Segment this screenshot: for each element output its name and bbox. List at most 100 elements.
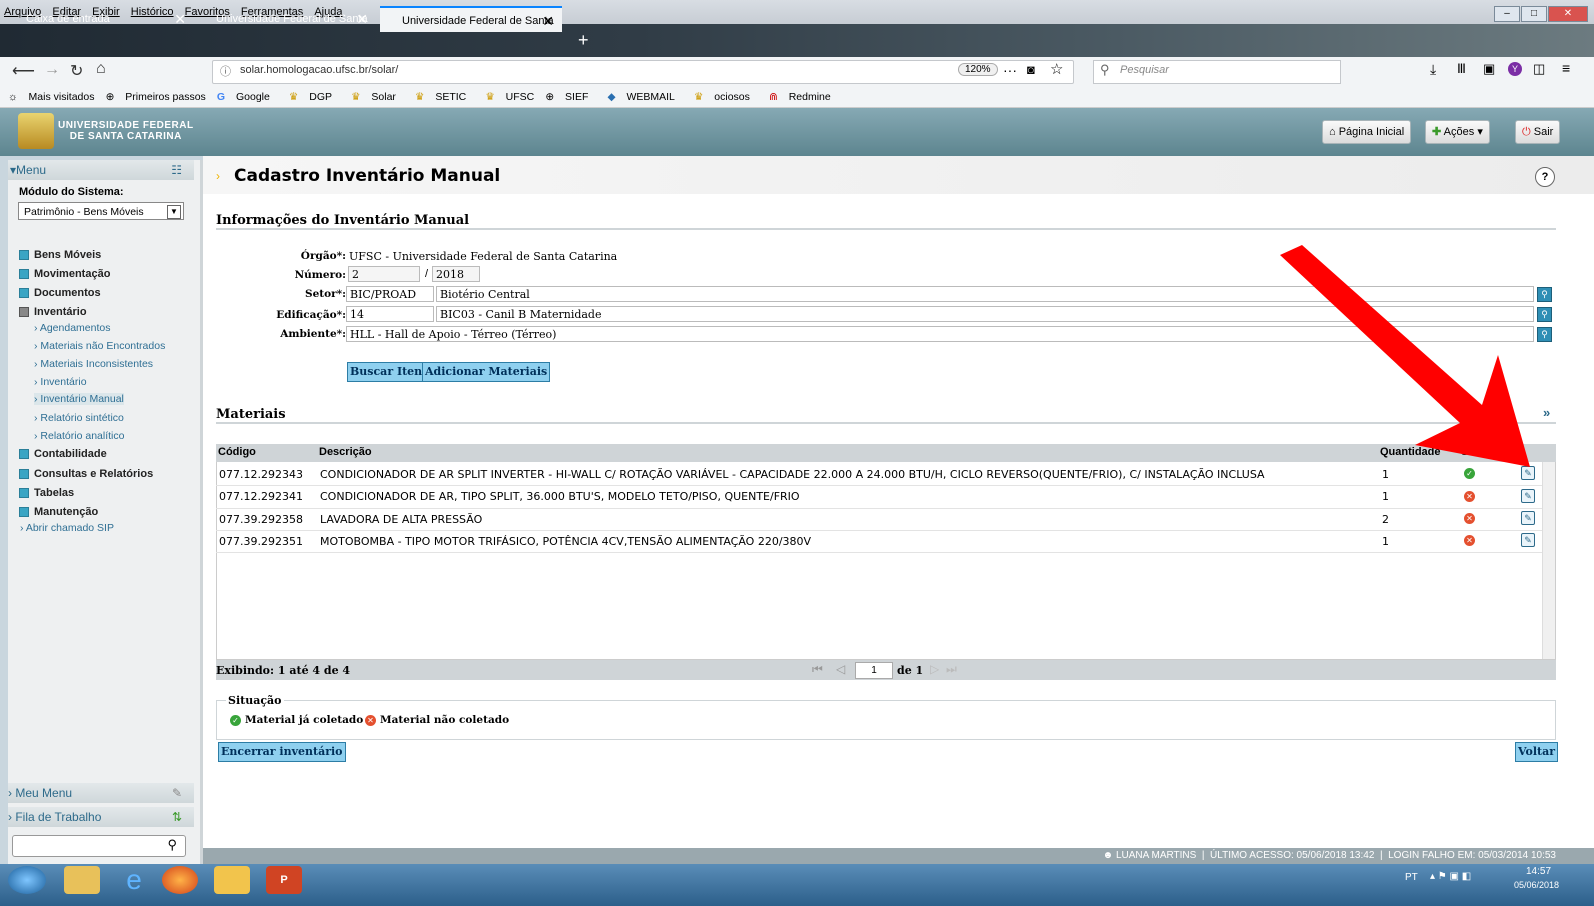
module-select[interactable]: Patrimônio - Bens Móveis ▼: [18, 202, 184, 220]
first-page-icon[interactable]: ⏮: [812, 662, 823, 677]
sidebar-subitem-agendamentos[interactable]: › Agendamentos: [34, 322, 110, 334]
column-header-description[interactable]: Descrição: [319, 446, 372, 458]
tray-icons[interactable]: ▴ ⚑ ▣ ◧: [1430, 871, 1471, 882]
sidebar-menu-header[interactable]: ▾Menu ☷: [8, 160, 194, 180]
exit-button[interactable]: ⏻ Sair: [1515, 120, 1561, 144]
sidebar-item-inventario[interactable]: Inventário: [19, 306, 87, 318]
sidebar-item-documentos[interactable]: Documentos: [19, 287, 101, 299]
next-page-icon[interactable]: ▷: [930, 662, 939, 676]
sidebar-item-manutencao[interactable]: Manutenção: [19, 506, 98, 518]
sidebar-item-consultas[interactable]: Consultas e Relatórios: [19, 468, 153, 480]
close-icon[interactable]: ✕: [174, 6, 186, 32]
library-icon[interactable]: Ⅲ: [1457, 61, 1466, 77]
sidebar-subitem-relatorio-analitico[interactable]: › Relatório analítico: [34, 430, 124, 442]
column-header-code[interactable]: Código: [218, 446, 256, 458]
start-icon[interactable]: [8, 866, 46, 894]
last-page-icon[interactable]: ⏭: [946, 662, 957, 677]
sidebar-item-label: Tabelas: [34, 487, 75, 499]
sidebar-icon[interactable]: ◫: [1533, 61, 1545, 77]
reload-icon[interactable]: ↻: [70, 61, 83, 81]
bookmark-dgp[interactable]: ♛ DGP: [281, 87, 332, 107]
back-button[interactable]: Voltar: [1515, 742, 1559, 762]
back-icon[interactable]: ⟵: [12, 61, 35, 81]
close-inventory-button[interactable]: Encerrar inventário: [218, 742, 346, 762]
tab-ufsc-1[interactable]: Universidade Federal de Santa ✕: [200, 6, 376, 32]
numero-field[interactable]: 2: [348, 266, 420, 282]
bookmark-solar[interactable]: ♛ Solar: [343, 87, 396, 107]
sidebar-link-abrir-chamado[interactable]: › Abrir chamado SIP: [20, 522, 114, 534]
sidebar-search-input[interactable]: ⚲: [12, 835, 186, 857]
edit-icon[interactable]: ✎: [1521, 533, 1535, 547]
firefox-icon[interactable]: [162, 866, 198, 894]
bookmark-webmail[interactable]: ◆ WEBMAIL: [599, 87, 674, 107]
folder-icon[interactable]: [214, 866, 250, 894]
extension-icon[interactable]: Y: [1508, 62, 1522, 76]
forward-icon[interactable]: →: [44, 61, 60, 79]
bookmark-ufsc[interactable]: ♛ UFSC: [477, 87, 534, 107]
close-icon[interactable]: ✕: [542, 8, 554, 34]
search-icon[interactable]: ⚲: [167, 837, 177, 853]
bookmark-setic[interactable]: ♛ SETIC: [407, 87, 466, 107]
add-materials-button[interactable]: Adicionar Materiais: [422, 362, 551, 382]
bookmark-redmine[interactable]: ⋒ Redmine: [761, 87, 831, 107]
edificacao-code-field[interactable]: 14: [346, 306, 434, 322]
powerpoint-icon[interactable]: P: [266, 866, 302, 894]
bookmark-ociosos[interactable]: ♛ ociosos: [686, 87, 750, 107]
prev-page-icon[interactable]: ◁: [836, 662, 845, 676]
bookmark-sief[interactable]: ⊕ SIEF: [545, 87, 588, 107]
table-scrollbar[interactable]: [1542, 462, 1555, 659]
sidebar-item-bens-moveis[interactable]: Bens Móveis: [19, 249, 101, 261]
collapse-section-icon[interactable]: »: [1543, 405, 1550, 420]
home-button[interactable]: ⌂ Página Inicial: [1322, 120, 1412, 144]
home-icon[interactable]: ⌂: [96, 60, 106, 78]
maximize-button[interactable]: □: [1521, 6, 1547, 22]
sidebar-my-menu[interactable]: › Meu Menu ✎: [8, 783, 194, 803]
sidebar-subitem-inventario[interactable]: › Inventário: [34, 376, 87, 388]
row-description: LAVADORA DE ALTA PRESSÃO: [320, 513, 483, 526]
sidebar-item-contabilidade[interactable]: Contabilidade: [19, 448, 107, 460]
more-icon[interactable]: ···: [1003, 62, 1017, 78]
bookmark-mais-visitados[interactable]: ☼ Mais visitados: [8, 87, 95, 107]
sidebar-subitem-inconsistentes[interactable]: › Materiais Inconsistentes: [34, 358, 153, 370]
sidebar-item-tabelas[interactable]: Tabelas: [19, 487, 74, 499]
pocket-icon[interactable]: ◙: [1027, 62, 1035, 77]
refresh-icon[interactable]: ⇅: [172, 807, 182, 827]
help-icon[interactable]: ?: [1535, 167, 1555, 187]
sidebar-item-movimentacao[interactable]: Movimentação: [19, 268, 110, 280]
tab-inbox[interactable]: Caixa de entrada ✕: [10, 6, 194, 32]
explorer-icon[interactable]: [64, 866, 100, 894]
ano-field[interactable]: 2018: [432, 266, 480, 282]
info-icon[interactable]: ⓘ: [220, 63, 231, 79]
close-window-button[interactable]: ✕: [1548, 6, 1588, 22]
sidebar-subitem-inventario-manual[interactable]: › Inventário Manual: [34, 393, 124, 405]
setor-code-field[interactable]: BIC/PROAD: [346, 286, 434, 302]
sidebar-subitem-label: Materiais não Encontrados: [40, 340, 166, 352]
hamburger-icon[interactable]: ≡: [1562, 60, 1570, 76]
new-tab-icon[interactable]: +: [578, 30, 589, 51]
bookmark-google[interactable]: G Google: [217, 87, 270, 107]
screenshot-icon[interactable]: ▣: [1483, 61, 1495, 77]
search-items-button[interactable]: Buscar Itens: [347, 362, 432, 382]
download-icon[interactable]: ⤓: [1430, 61, 1436, 78]
sidebar-subitem-relatorio-sintetico[interactable]: › Relatório sintético: [34, 412, 124, 424]
row-quantity: 1: [1382, 535, 1389, 548]
bookmark-primeiros-passos[interactable]: ⊕ Primeiros passos: [106, 87, 206, 107]
clock-time[interactable]: 14:57: [1526, 866, 1551, 877]
close-icon[interactable]: ✕: [356, 6, 368, 32]
list-view-icon[interactable]: ☷: [171, 160, 182, 180]
wrench-icon[interactable]: ✎: [172, 783, 182, 803]
actions-button[interactable]: ✚ Ações ▾: [1425, 120, 1490, 144]
zoom-indicator[interactable]: 120%: [958, 63, 998, 76]
tab-ufsc-2[interactable]: Universidade Federal de Santa ✕: [380, 6, 562, 32]
ie-icon[interactable]: e: [116, 866, 152, 894]
sidebar-subitem-nao-encontrados[interactable]: › Materiais não Encontrados: [34, 340, 165, 352]
edit-icon[interactable]: ✎: [1521, 489, 1535, 503]
language-indicator[interactable]: PT: [1405, 872, 1418, 883]
minimize-button[interactable]: –: [1494, 6, 1520, 22]
legend-not-collected: Material não coletado: [380, 714, 510, 726]
edit-icon[interactable]: ✎: [1521, 511, 1535, 525]
bookmark-star-icon[interactable]: ☆: [1050, 60, 1063, 78]
user-icon: ☻: [1102, 850, 1114, 861]
sidebar-work-queue[interactable]: › Fila de Trabalho ⇅: [8, 807, 194, 827]
page-number-input[interactable]: 1: [855, 662, 893, 679]
